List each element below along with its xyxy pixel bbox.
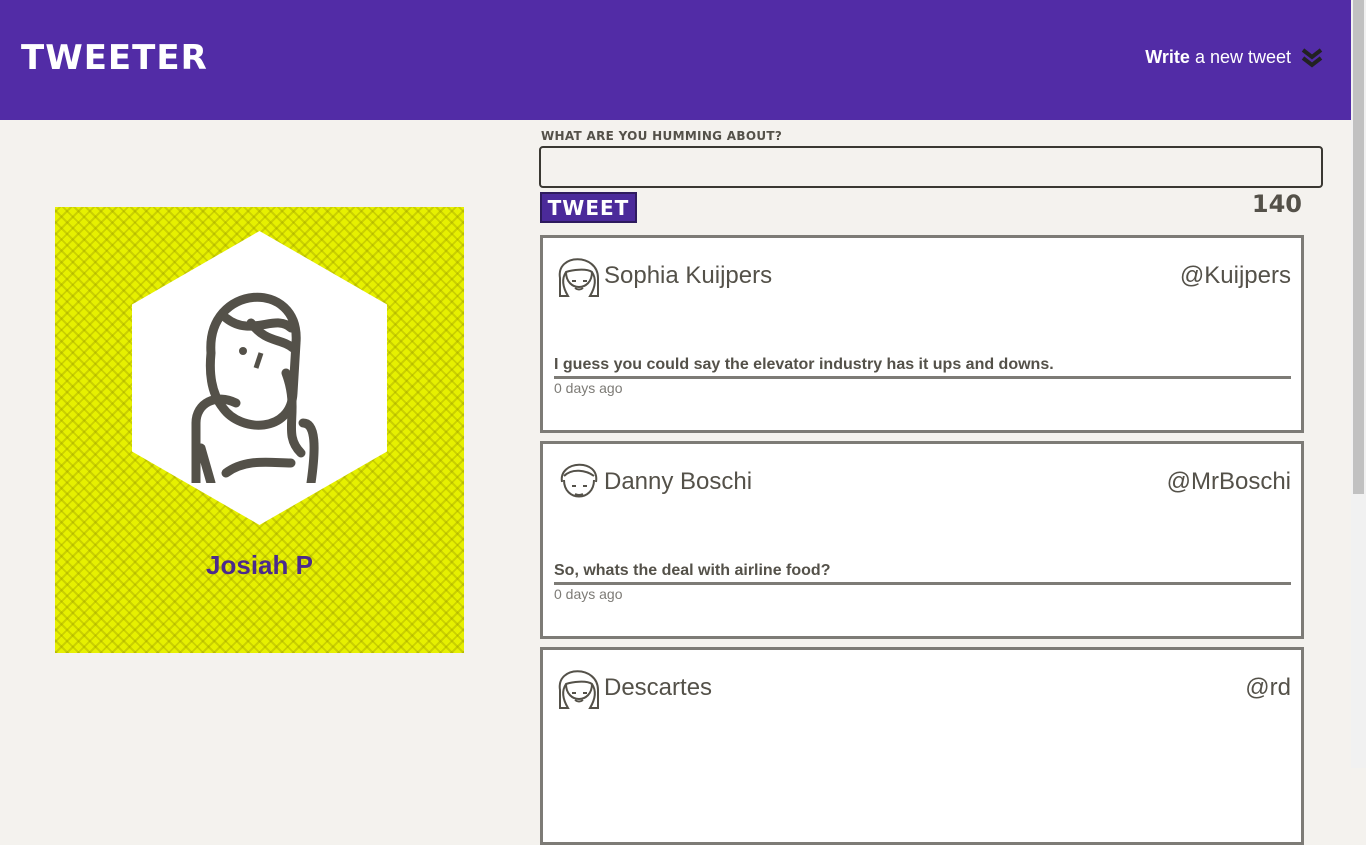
boy-avatar-icon xyxy=(560,463,598,498)
page-scrollbar[interactable] xyxy=(1351,0,1366,768)
tweet-body: So, whats the deal with airline food? xyxy=(554,562,1291,585)
avatar-hexagon xyxy=(132,231,387,525)
tweet-card: Descartes @rd xyxy=(540,647,1304,845)
profile-name: Josiah P xyxy=(206,550,313,580)
tweet-timestamp: 0 days ago xyxy=(554,380,623,396)
tweet-author-name: Danny Boschi xyxy=(604,468,753,495)
tweet-button[interactable]: Tweet xyxy=(540,192,637,223)
user-avatar-icon xyxy=(191,292,319,483)
girl-avatar-icon xyxy=(558,258,599,297)
tweet-author-name: Sophia Kuijpers xyxy=(604,262,773,289)
tweet-timestamp: 0 days ago xyxy=(554,586,623,602)
tweet-card: Danny Boschi @MrBoschi So, whats the dea… xyxy=(540,441,1304,639)
girl-avatar-icon xyxy=(558,670,599,709)
new-tweet-label: a new tweet xyxy=(1194,46,1291,67)
compose-label: What are you humming about? xyxy=(541,129,783,143)
tweet-author-handle[interactable]: @Kuijpers xyxy=(1180,262,1291,290)
tweet-input[interactable] xyxy=(539,146,1323,188)
logo[interactable]: TWEETER xyxy=(21,38,208,78)
double-chevron-down-icon[interactable] xyxy=(1301,46,1323,68)
tweet-card: Sophia Kuijpers @Kuijpers I guess you co… xyxy=(540,235,1304,433)
write-tweet-toggle[interactable]: Write a new tweet xyxy=(1145,46,1323,68)
scrollbar-thumb[interactable] xyxy=(1353,0,1364,494)
char-counter: 140 xyxy=(1251,190,1302,218)
tweet-author-name: Descartes xyxy=(604,674,713,701)
top-nav: TWEETER Write a new tweet xyxy=(0,0,1351,120)
write-label: Write xyxy=(1145,46,1190,67)
tweet-body: I guess you could say the elevator indus… xyxy=(554,356,1291,379)
tweet-author-handle[interactable]: @MrBoschi xyxy=(1167,468,1291,496)
tweet-author-handle[interactable]: @rd xyxy=(1245,674,1291,702)
profile-card: Josiah P xyxy=(55,207,464,653)
